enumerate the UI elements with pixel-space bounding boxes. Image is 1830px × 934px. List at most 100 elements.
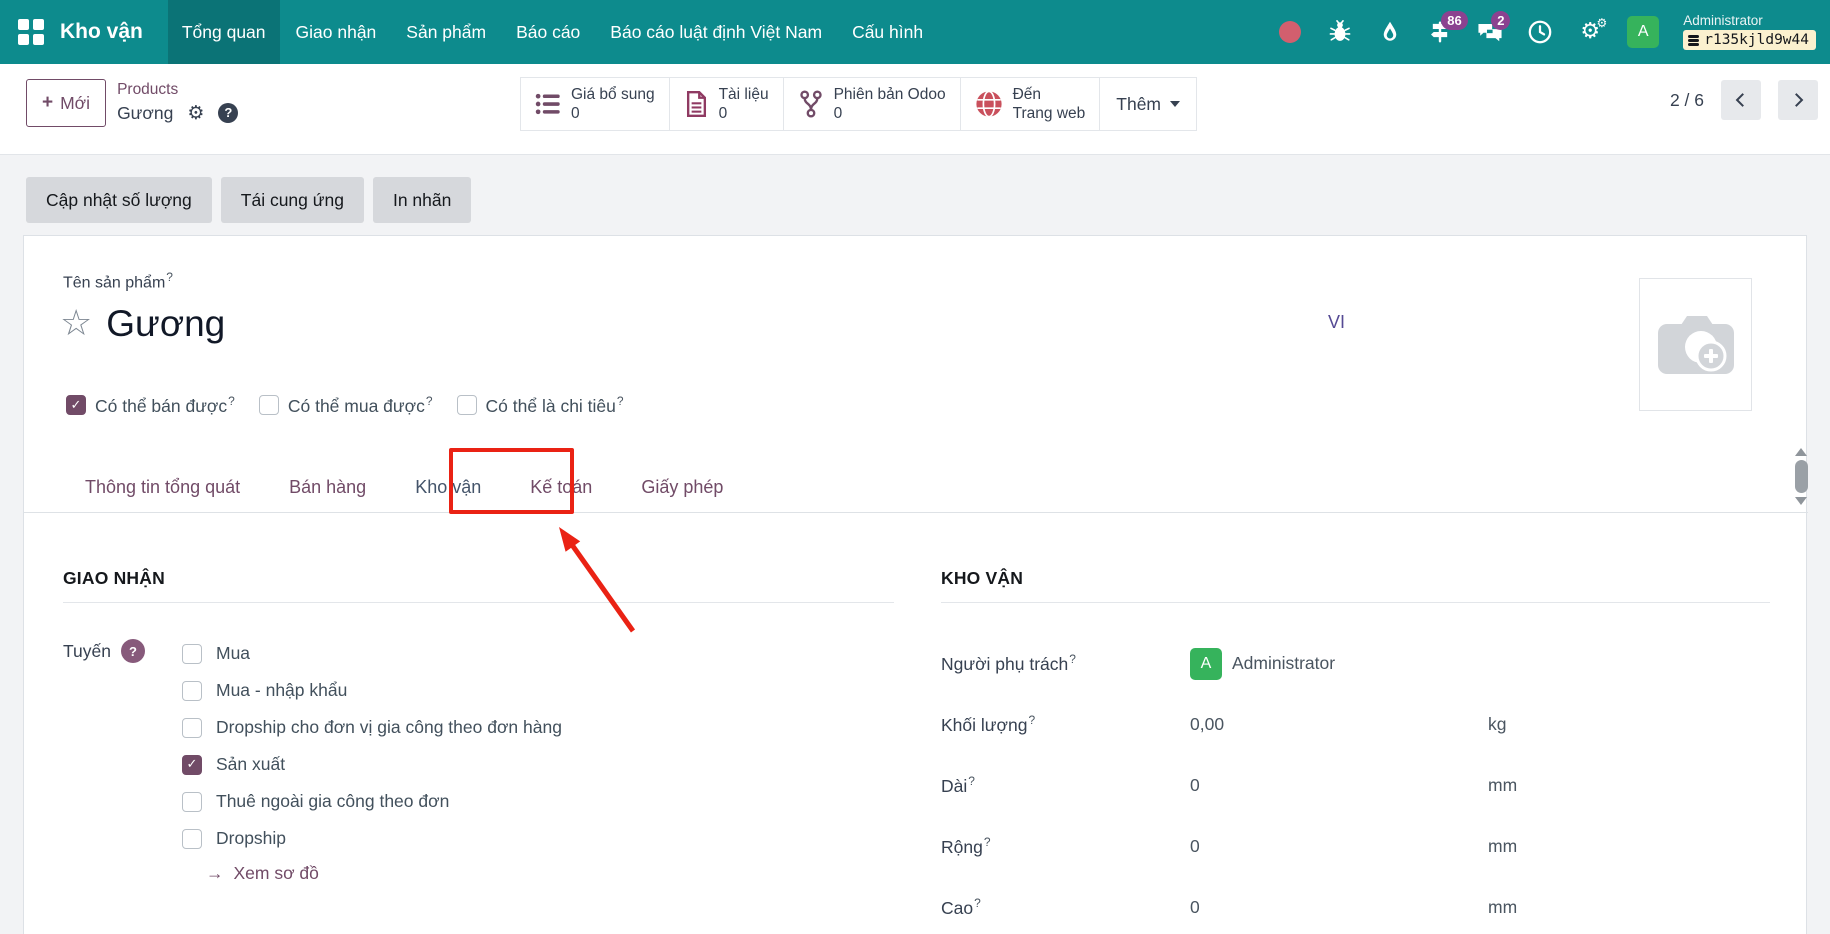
form-tabs: Thông tin tổng quát Bán hàng Kho vận Kế … [24, 462, 1808, 513]
menu-reporting[interactable]: Báo cáo [502, 0, 594, 64]
checkbox-box [182, 718, 202, 738]
settings-gears-icon[interactable] [1577, 19, 1603, 45]
field-row-height: Cao? 0 mm [941, 877, 1770, 934]
checkbox-can-be-sold[interactable]: Có thể bán được? [66, 394, 235, 417]
action-buttons: Cập nhật số lượng Tái cung ứng In nhãn [26, 177, 471, 223]
route-dropship[interactable]: Dropship [182, 820, 562, 857]
print-labels-button[interactable]: In nhãn [373, 177, 471, 223]
weight-value[interactable]: 0,00 [1190, 714, 1488, 735]
update-quantity-button[interactable]: Cập nhật số lượng [26, 177, 212, 223]
product-form-card: Tên sản phẩm? Gương VI Có thể bán được? … [23, 235, 1807, 934]
length-unit: mm [1488, 775, 1770, 796]
checkbox-box [182, 681, 202, 701]
routes-help-icon[interactable]: ? [121, 639, 145, 663]
user-name: Administrator [1683, 14, 1763, 29]
view-diagram-link[interactable]: → Xem sơ đồ [206, 863, 562, 884]
chevron-down-icon [1170, 101, 1180, 107]
route-buy-import[interactable]: Mua - nhập khẩu [182, 672, 562, 709]
height-value[interactable]: 0 [1190, 897, 1488, 918]
database-badge[interactable]: r135kjld9w44 [1683, 30, 1816, 50]
inventory-section: KHO VẬN Người phụ trách? A Administrator… [941, 568, 1770, 934]
pager-value: 2 / 6 [1670, 90, 1704, 111]
tab-accounting[interactable]: Kế toán [509, 462, 613, 513]
breadcrumb: Products Gương ? [117, 79, 238, 127]
product-name-value[interactable]: Gương [106, 302, 225, 346]
product-type-toggles: Có thể bán được? Có thể mua được? Có thể… [66, 394, 624, 417]
checkbox-box [182, 644, 202, 664]
product-name-label: Tên sản phẩm? [63, 270, 173, 292]
weight-unit: kg [1488, 714, 1770, 735]
app-name[interactable]: Kho vận [60, 20, 143, 44]
field-row-length: Dài? 0 mm [941, 755, 1770, 816]
clock-icon[interactable] [1527, 19, 1553, 45]
checkbox-box [182, 755, 202, 775]
document-icon [684, 90, 709, 118]
inventory-section-title: KHO VẬN [941, 568, 1770, 603]
smart-button-go-to-website[interactable]: ĐếnTrang web [961, 78, 1101, 130]
tab-general-info[interactable]: Thông tin tổng quát [64, 462, 261, 513]
scroll-up-icon[interactable] [1795, 448, 1807, 456]
scrollbar-thumb[interactable] [1795, 460, 1808, 493]
field-row-responsible: Người phụ trách? A Administrator [941, 633, 1770, 694]
arrow-right-icon: → [206, 863, 224, 884]
smart-button-odoo-versions[interactable]: Phiên bản Odoo0 [784, 78, 961, 130]
length-value[interactable]: 0 [1190, 775, 1488, 796]
smart-button-documents[interactable]: Tài liệu0 [670, 78, 784, 130]
tab-license[interactable]: Giấy phép [620, 462, 744, 513]
pager-previous-button[interactable] [1721, 80, 1761, 120]
breadcrumb-parent[interactable]: Products [117, 81, 238, 100]
menu-vn-legal-reports[interactable]: Báo cáo luật định Việt Nam [596, 0, 836, 64]
menu-products[interactable]: Sản phẩm [392, 0, 500, 64]
pager-next-button[interactable] [1778, 80, 1818, 120]
user-avatar[interactable]: A [1627, 16, 1659, 48]
routes-label: Tuyến ? [63, 635, 182, 884]
database-icon [1688, 35, 1699, 47]
field-row-width: Rộng? 0 mm [941, 816, 1770, 877]
replenish-button[interactable]: Tái cung ứng [221, 177, 364, 223]
scroll-down-icon[interactable] [1795, 497, 1807, 505]
chevron-left-icon [1732, 91, 1750, 109]
translation-badge[interactable]: VI [1328, 312, 1345, 333]
checkbox-can-be-purchased[interactable]: Có thể mua được? [259, 394, 433, 417]
help-icon[interactable]: ? [218, 103, 238, 123]
logistics-section: GIAO NHẬN Tuyến ? Mua Mua - nhập khẩu Dr… [63, 568, 894, 884]
route-dropship-subcontractor[interactable]: Dropship cho đơn vị gia công theo đơn hà… [182, 709, 562, 746]
smart-buttons: Giá bổ sung0 Tài liệu0 Phiên bản Odoo0 Đ… [520, 77, 1197, 131]
messages-icon[interactable]: 2 [1477, 19, 1503, 45]
bug-icon[interactable] [1327, 19, 1353, 45]
smart-button-extra-prices[interactable]: Giá bổ sung0 [521, 78, 670, 130]
routes-list: Mua Mua - nhập khẩu Dropship cho đơn vị … [182, 635, 562, 884]
new-button[interactable]: + Mới [26, 79, 106, 127]
favorite-star-icon[interactable] [60, 306, 92, 342]
record-indicator-icon[interactable] [1279, 21, 1301, 43]
menu-transfers[interactable]: Giao nhận [282, 0, 391, 64]
responsible-value[interactable]: A Administrator [1190, 648, 1488, 680]
versions-icon [798, 90, 824, 118]
checkbox-box [66, 395, 86, 415]
form-settings-gear-icon[interactable] [187, 102, 204, 125]
field-row-weight: Khối lượng? 0,00 kg [941, 694, 1770, 755]
scroll-indicator [1794, 448, 1808, 505]
logistics-section-title: GIAO NHẬN [63, 568, 894, 603]
checkbox-box [182, 829, 202, 849]
database-name: r135kjld9w44 [1704, 32, 1809, 48]
plus-icon: + [42, 92, 53, 114]
user-block[interactable]: Administrator r135kjld9w44 [1683, 14, 1816, 51]
apps-grid-icon[interactable] [18, 19, 44, 45]
activities-icon[interactable]: 86 [1427, 19, 1453, 45]
route-buy[interactable]: Mua [182, 635, 562, 672]
route-manufacture[interactable]: Sản xuất [182, 746, 562, 783]
checkbox-box [259, 395, 279, 415]
menu-overview[interactable]: Tổng quan [168, 0, 280, 64]
droplet-icon[interactable] [1377, 19, 1403, 45]
systray: 86 2 A Administrator r135kjld9w44 [1277, 14, 1816, 51]
product-image-placeholder[interactable] [1639, 278, 1752, 411]
checkbox-can-be-expensed[interactable]: Có thể là chi tiêu? [457, 394, 624, 417]
route-resupply-subcontractor[interactable]: Thuê ngoài gia công theo đơn [182, 783, 562, 820]
control-panel: + Mới Products Gương ? Giá bổ sung0 Tài … [0, 64, 1830, 155]
more-button[interactable]: Thêm [1100, 78, 1196, 130]
width-value[interactable]: 0 [1190, 836, 1488, 857]
menu-configuration[interactable]: Cấu hình [838, 0, 937, 64]
tab-inventory[interactable]: Kho vận [394, 462, 502, 513]
tab-sales[interactable]: Bán hàng [268, 462, 387, 513]
